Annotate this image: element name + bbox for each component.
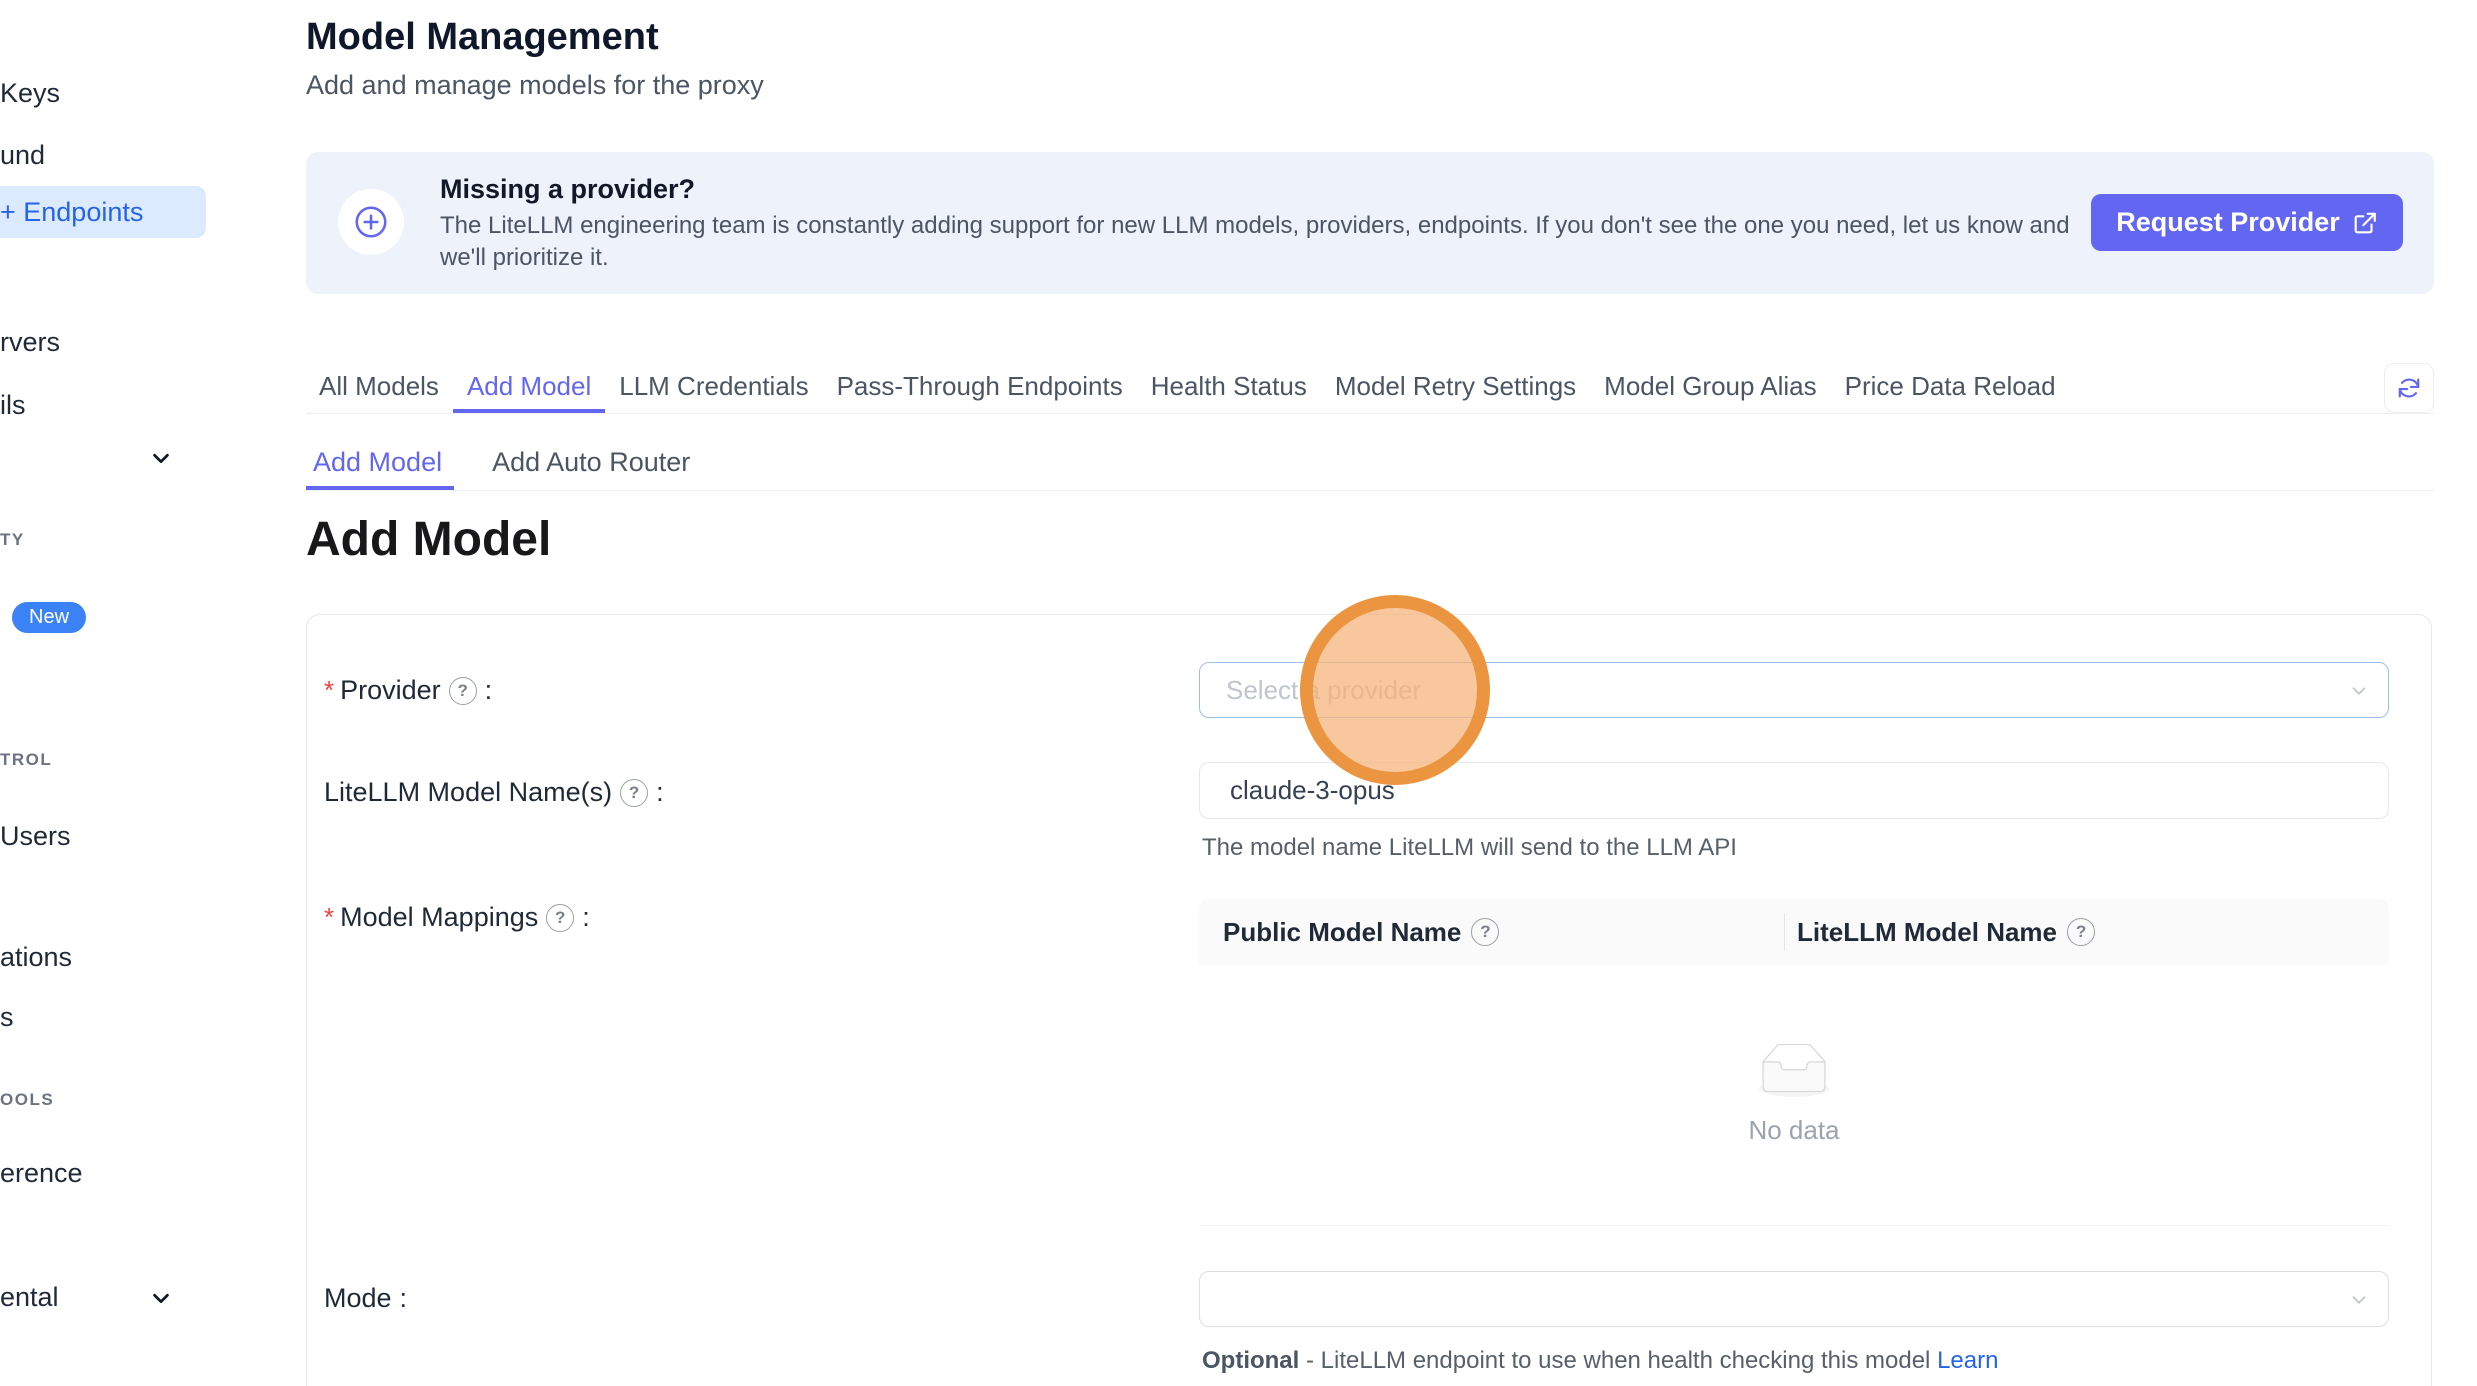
sidebar-item-virtual-keys[interactable]: Keys [0, 78, 60, 109]
banner-title: Missing a provider? [440, 174, 695, 205]
help-icon[interactable] [2067, 918, 2095, 946]
sidebar-item-label: ations [0, 942, 72, 972]
model-tabs: All Models Add Model LLM Credentials Pas… [306, 363, 2434, 414]
sidebar-item-label: + Endpoints [0, 197, 143, 227]
mode-helper: Optional - LiteLLM endpoint to use when … [1202, 1347, 1998, 1375]
tab-llm-credentials[interactable]: LLM Credentials [605, 363, 822, 413]
add-model-form-card: * Provider Select a provider LiteLLM Mod… [306, 614, 2432, 1386]
banner-text-line2: we'll prioritize it. [440, 244, 609, 272]
tab-add-model[interactable]: Add Model [453, 363, 605, 413]
tab-all-models[interactable]: All Models [306, 363, 453, 413]
required-asterisk: * [324, 675, 334, 706]
sidebar-item-label: Users [0, 821, 71, 851]
external-link-icon [2352, 210, 2378, 236]
tab-model-retry-settings[interactable]: Model Retry Settings [1321, 363, 1590, 413]
new-badge: New [12, 602, 86, 633]
sidebar-item-experimental[interactable]: ental [0, 1282, 59, 1313]
model-name-helper: The model name LiteLLM will send to the … [1202, 834, 1737, 862]
add-model-subtabs: Add Model Add Auto Router [306, 438, 2434, 491]
mode-helper-prefix: Optional [1202, 1347, 1299, 1374]
tab-pass-through-endpoints[interactable]: Pass-Through Endpoints [823, 363, 1137, 413]
provider-label: * Provider [324, 675, 492, 706]
column-litellm-model-name: LiteLLM Model Name [1784, 913, 2389, 951]
column-public-model-name: Public Model Name [1199, 917, 1784, 948]
plus-circle-icon [338, 189, 404, 255]
no-data-text: No data [1748, 1115, 1839, 1146]
tab-model-group-alias[interactable]: Model Group Alias [1590, 363, 1830, 413]
help-icon[interactable] [546, 904, 574, 932]
mode-label: Mode [324, 1283, 407, 1314]
request-provider-button[interactable]: Request Provider [2091, 194, 2403, 251]
refresh-icon [2396, 375, 2422, 401]
empty-inbox-icon [1751, 1044, 1837, 1105]
model-name-label: LiteLLM Model Name(s) [324, 777, 664, 808]
request-provider-label: Request Provider [2116, 207, 2340, 238]
sidebar-item-label: Keys [0, 78, 60, 108]
sidebar-section-observability: TY [0, 530, 25, 550]
refresh-button[interactable] [2384, 363, 2434, 413]
mode-helper-text: - LiteLLM endpoint to use when health ch… [1306, 1347, 1930, 1374]
tab-health-status[interactable]: Health Status [1137, 363, 1321, 413]
page-title: Model Management [306, 16, 659, 59]
sidebar-item-mcp-servers[interactable]: rvers [0, 327, 60, 358]
chevron-down-icon[interactable] [150, 1287, 172, 1314]
tab-price-data-reload[interactable]: Price Data Reload [1831, 363, 2070, 413]
mode-select[interactable] [1199, 1271, 2389, 1327]
model-name-value: claude-3-opus [1230, 775, 1395, 806]
add-model-heading: Add Model [306, 512, 551, 567]
chevron-down-icon [2348, 680, 2370, 707]
chevron-down-icon [2348, 1289, 2370, 1316]
sidebar-item-api-reference[interactable]: erence [0, 1158, 83, 1189]
provider-select-placeholder: Select a provider [1226, 675, 1421, 706]
sidebar-item-label: und [0, 140, 45, 170]
required-asterisk: * [324, 902, 334, 933]
help-icon[interactable] [449, 677, 477, 705]
sidebar-item-guardrails[interactable]: ils [0, 390, 26, 421]
model-mappings-label: * Model Mappings [324, 902, 590, 933]
chevron-down-icon[interactable] [150, 447, 172, 474]
sidebar-item-label: rvers [0, 327, 60, 357]
sidebar-item-organizations[interactable]: ations [0, 942, 72, 973]
subtab-add-auto-router[interactable]: Add Auto Router [492, 438, 690, 490]
mappings-empty-state: No data [1199, 965, 2389, 1226]
sidebar-item-models-endpoints[interactable]: + Endpoints [0, 186, 206, 238]
sidebar-item-label: s [0, 1002, 14, 1032]
page-subtitle: Add and manage models for the proxy [306, 70, 764, 101]
subtab-add-model[interactable]: Add Model [306, 438, 454, 490]
sidebar-section-tools: OOLS [0, 1090, 54, 1110]
banner-text-line1: The LiteLLM engineering team is constant… [440, 212, 2070, 240]
missing-provider-banner: Missing a provider? The LiteLLM engineer… [306, 152, 2434, 294]
sidebar-item-label: erence [0, 1158, 83, 1188]
learn-link[interactable]: Learn [1937, 1347, 1998, 1374]
model-name-input[interactable]: claude-3-opus [1199, 762, 2389, 819]
sidebar-item-label: ental [0, 1282, 59, 1312]
help-icon[interactable] [620, 779, 648, 807]
help-icon[interactable] [1471, 918, 1499, 946]
sidebar-section-access-control: TROL [0, 750, 52, 770]
sidebar-item-teams[interactable]: s [0, 1002, 14, 1033]
provider-select[interactable]: Select a provider [1199, 662, 2389, 718]
sidebar-item-internal-users[interactable]: Users [0, 821, 71, 852]
model-mappings-table: Public Model Name LiteLLM Model Name [1199, 899, 2389, 1226]
sidebar-item-playground[interactable]: und [0, 140, 45, 171]
sidebar-item-label: ils [0, 390, 26, 420]
mappings-table-header: Public Model Name LiteLLM Model Name [1199, 899, 2389, 965]
